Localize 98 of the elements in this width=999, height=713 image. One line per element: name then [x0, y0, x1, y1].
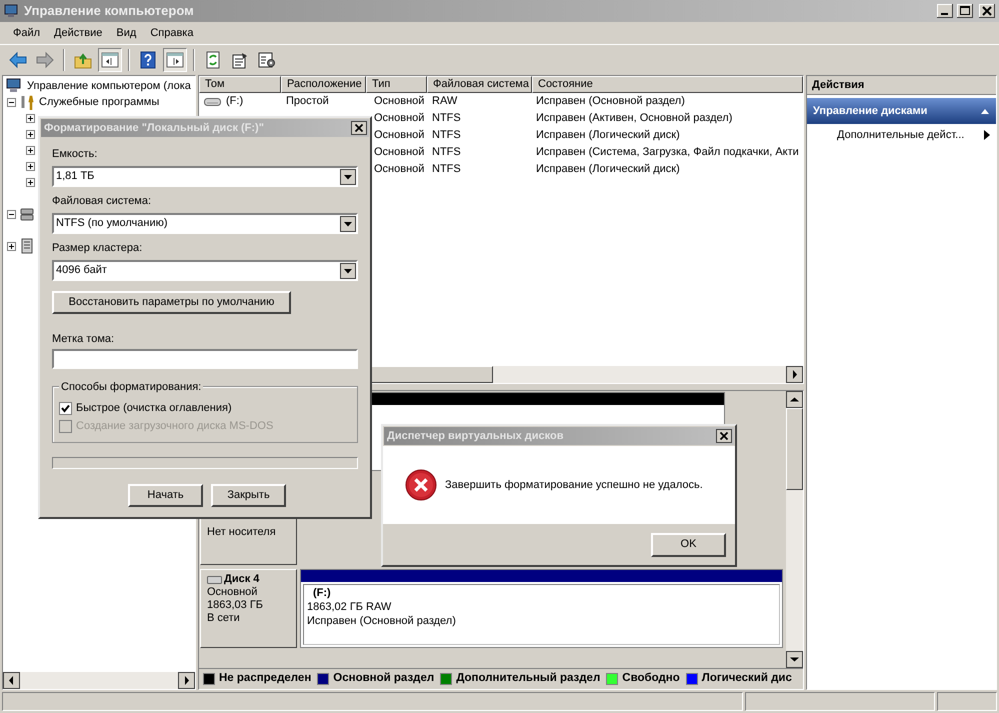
disk-info: Нет носителя: [207, 526, 277, 539]
volume-label-field[interactable]: [52, 349, 358, 369]
expand-icon[interactable]: [7, 242, 16, 250]
close-button[interactable]: [979, 4, 995, 18]
table-cell-text: Основной: [374, 111, 424, 126]
legend-label: Дополнительный раздел: [456, 671, 600, 686]
table-cell-text: Исправен (Система, Загрузка, Файл подкачки, Акти: [536, 145, 799, 160]
column-header[interactable]: Состояние: [532, 76, 803, 93]
tree-item[interactable]: Управление компьютером (лока: [27, 78, 191, 94]
expand-icon[interactable]: [26, 130, 35, 138]
table-cell-text: Исправен (Активен, Основной раздел): [536, 111, 732, 126]
error-message: Завершить форматирование успешно не удалось.: [445, 478, 703, 493]
field-label: Файловая система:: [52, 195, 152, 208]
restore-defaults-button[interactable]: Восстановить параметры по умолчанию: [52, 291, 291, 314]
collapse-icon[interactable]: [980, 107, 990, 115]
column-header[interactable]: Файловая система: [427, 76, 532, 93]
table-cell-text: (F:): [226, 94, 244, 110]
legend-label: Основной раздел: [333, 671, 434, 686]
table-cell-text: Простой: [286, 94, 329, 110]
menu-item[interactable]: Справка: [143, 24, 200, 42]
dialog-button[interactable]: Закрыть: [211, 484, 286, 507]
table-cell-text: Исправен (Основной раздел): [536, 94, 685, 110]
partition-box[interactable]: (F:) 1863,02 ГБ RAW Исправен (Основной раздел): [300, 569, 783, 648]
checkbox[interactable]: [59, 402, 72, 415]
legend-label: Не распределен: [219, 671, 312, 686]
scroll-up-icon[interactable]: [786, 391, 803, 408]
table-cell-text: Основной: [374, 162, 424, 178]
scroll-right-icon[interactable]: [786, 366, 803, 383]
submenu-arrow-icon: [984, 130, 990, 140]
tools-icon: [20, 94, 36, 110]
computer-icon: [5, 78, 23, 94]
horizontal-scrollbar[interactable]: [3, 672, 195, 689]
scroll-right-icon[interactable]: [178, 672, 195, 689]
maximize-button[interactable]: [957, 4, 973, 18]
table-cell-text: Исправен (Логический диск): [536, 162, 680, 178]
legend-label: Логический дис: [702, 671, 792, 686]
table-cell-text: NTFS: [432, 162, 461, 178]
dropdown[interactable]: 4096 байт: [52, 260, 358, 281]
pane-button[interactable]: [163, 48, 187, 72]
menu-item[interactable]: Действие: [47, 24, 110, 42]
disk-info: Основной: [207, 586, 258, 599]
table-cell-text: NTFS: [432, 111, 461, 126]
expand-icon[interactable]: [26, 114, 35, 122]
table-cell-text: RAW: [432, 94, 458, 110]
disk-info: В сети: [207, 612, 241, 625]
disk-name: Диск 4: [224, 573, 260, 586]
tree-item[interactable]: Служебные программы: [39, 94, 160, 110]
computer-icon: [4, 4, 20, 18]
table-cell-text: Основной: [374, 145, 424, 160]
field-label: Емкость:: [52, 148, 98, 161]
group-title: Способы форматирования:: [59, 379, 204, 396]
table-cell-text: NTFS: [432, 128, 461, 144]
dialog-button[interactable]: Начать: [128, 484, 203, 507]
error-icon: [405, 469, 437, 501]
table-cell-text: Основной: [374, 128, 424, 144]
column-header[interactable]: Расположение: [281, 76, 366, 93]
column-header[interactable]: Том: [199, 76, 281, 93]
section-header[interactable]: Управление дисками: [807, 98, 996, 124]
drive-icon: [20, 206, 36, 222]
collapse-icon[interactable]: [7, 210, 16, 218]
table-cell-text: Исправен (Логический диск): [536, 128, 680, 144]
legend-label: Свободно: [622, 671, 680, 686]
field-label: Размер кластера:: [52, 242, 144, 255]
minimize-button[interactable]: [937, 4, 953, 18]
column-header[interactable]: Тип: [366, 76, 427, 93]
checkbox-label[interactable]: Быстрое (очистка оглавления): [76, 400, 232, 417]
ok-button[interactable]: OK: [651, 532, 726, 556]
scroll-down-icon[interactable]: [786, 651, 803, 668]
close-button[interactable]: [351, 121, 367, 135]
dialog-title: Диспетчер виртуальных дисков: [387, 428, 564, 444]
status-bar: [937, 692, 997, 711]
collapse-icon[interactable]: [7, 98, 16, 106]
close-button[interactable]: [716, 429, 732, 443]
drive-icon: [204, 96, 222, 106]
expand-icon[interactable]: [26, 178, 35, 186]
drive-icon: [207, 574, 223, 584]
scroll-left-icon[interactable]: [3, 672, 20, 689]
vertical-scrollbar[interactable]: [786, 391, 803, 668]
disk-info: 1863,03 ГБ: [207, 599, 264, 612]
action-link[interactable]: Дополнительные дейст...: [837, 126, 964, 144]
menu-item[interactable]: Вид: [109, 24, 144, 42]
window-title: Управление компьютером: [24, 2, 195, 20]
field-label: Метка тома:: [52, 333, 116, 346]
expand-icon[interactable]: [26, 162, 35, 170]
dropdown[interactable]: 1,81 ТБ: [52, 166, 358, 187]
menu-item[interactable]: Файл: [6, 24, 48, 42]
dialog-title: Форматирование "Локальный диск (F:)": [44, 120, 264, 136]
pane-button[interactable]: [98, 48, 122, 72]
expand-icon[interactable]: [26, 146, 35, 154]
table-cell-text: NTFS: [432, 145, 461, 160]
table-cell-text: Основной: [374, 94, 424, 110]
panel-header: Действия: [807, 76, 996, 95]
scrollbar-thumb[interactable]: [786, 408, 803, 490]
partition-name: (F:): [312, 586, 332, 600]
partition-size: 1863,02 ГБ RAW: [307, 600, 392, 614]
partition-status: Исправен (Основной раздел): [307, 614, 457, 628]
checkbox-label: Создание загрузочного диска MS-DOS: [76, 419, 274, 434]
dropdown[interactable]: NTFS (по умолчанию): [52, 213, 358, 234]
